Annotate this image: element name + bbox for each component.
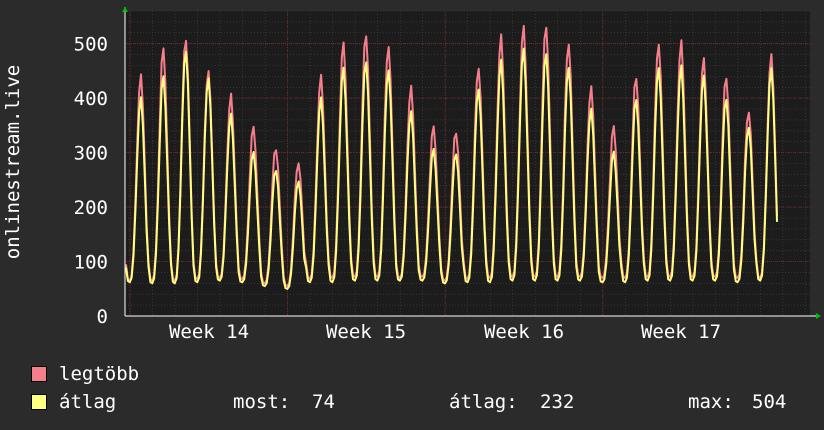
chart: 0 100 200 300 400 500 Week 14 Week 15 Week 16 Wee… [2,7,821,343]
y-tick-label: 500 [74,34,108,56]
y-tick-label: 200 [74,197,108,219]
x-tick-label: Week 14 [169,321,249,343]
x-tick-label: Week 17 [641,321,721,343]
y-tick-label: 300 [74,143,108,165]
y-axis-label: onlinestream.live [2,65,24,259]
x-axis-arrow [816,313,821,319]
y-tick-label: 0 [97,306,108,328]
y-tick-label: 400 [74,88,108,110]
y-axis-arrow [122,7,128,12]
x-tick-label: Week 16 [484,321,564,343]
x-tick-label: Week 15 [326,321,406,343]
y-tick-label: 100 [74,252,108,274]
